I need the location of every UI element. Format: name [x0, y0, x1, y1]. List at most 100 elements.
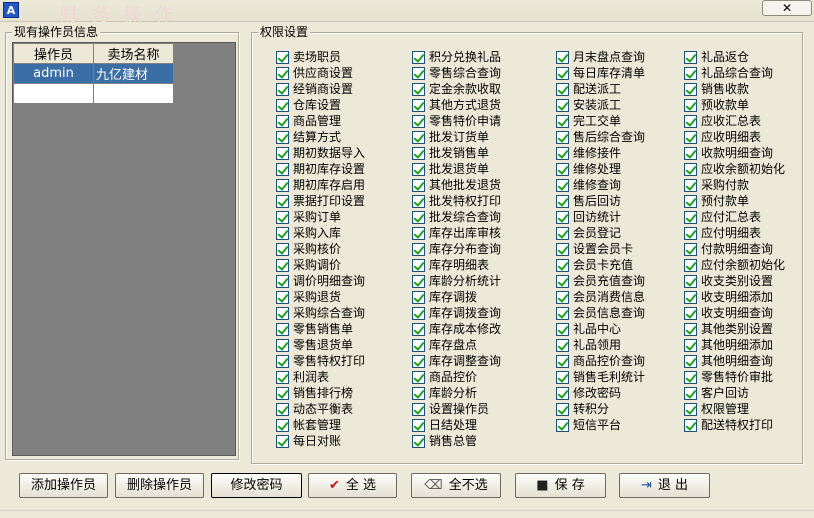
permission-checkbox[interactable] [556, 258, 569, 272]
permission-item[interactable]: 会员卡充值 [556, 257, 645, 273]
permission-item[interactable]: 库存明细表 [412, 257, 501, 273]
permission-checkbox[interactable] [684, 306, 697, 320]
permission-item[interactable]: 应收汇总表 [684, 113, 785, 129]
permission-checkbox[interactable] [684, 194, 697, 208]
permission-item[interactable]: 收支明细添加 [684, 289, 785, 305]
permission-checkbox[interactable] [276, 386, 289, 400]
permission-checkbox[interactable] [556, 226, 569, 240]
cell-store[interactable] [93, 83, 174, 104]
permission-checkbox[interactable] [412, 258, 425, 272]
permission-checkbox[interactable] [556, 130, 569, 144]
permission-item[interactable]: 积分兑换礼品 [412, 49, 501, 65]
add-operator-button[interactable]: 添加操作员 [19, 473, 108, 498]
permission-item[interactable]: 礼品综合查询 [684, 65, 785, 81]
cell-operator[interactable] [13, 83, 94, 104]
permission-item[interactable]: 期初库存启用 [276, 177, 365, 193]
permission-item[interactable]: 库存成本修改 [412, 321, 501, 337]
permission-item[interactable]: 其他方式退货 [412, 97, 501, 113]
permission-item[interactable]: 利润表 [276, 369, 365, 385]
permission-checkbox[interactable] [556, 210, 569, 224]
permission-checkbox[interactable] [412, 66, 425, 80]
permission-item[interactable]: 会员信息查询 [556, 305, 645, 321]
permission-checkbox[interactable] [412, 194, 425, 208]
permission-item[interactable]: 收支明细查询 [684, 305, 785, 321]
permission-item[interactable]: 采购付款 [684, 177, 785, 193]
permission-item[interactable]: 批发订货单 [412, 129, 501, 145]
permission-checkbox[interactable] [556, 386, 569, 400]
permission-item[interactable]: 收支类别设置 [684, 273, 785, 289]
permission-checkbox[interactable] [556, 274, 569, 288]
permission-checkbox[interactable] [684, 210, 697, 224]
permission-checkbox[interactable] [556, 98, 569, 112]
permission-item[interactable]: 每日库存清单 [556, 65, 645, 81]
permission-item[interactable]: 其他类别设置 [684, 321, 785, 337]
permission-item[interactable]: 批发综合查询 [412, 209, 501, 225]
permission-checkbox[interactable] [556, 114, 569, 128]
permission-checkbox[interactable] [276, 370, 289, 384]
permission-checkbox[interactable] [556, 50, 569, 64]
permission-item[interactable]: 礼品中心 [556, 321, 645, 337]
permission-checkbox[interactable] [276, 114, 289, 128]
permission-item[interactable]: 客户回访 [684, 385, 785, 401]
permission-checkbox[interactable] [276, 306, 289, 320]
permission-checkbox[interactable] [276, 322, 289, 336]
permission-checkbox[interactable] [412, 162, 425, 176]
permission-checkbox[interactable] [684, 386, 697, 400]
permission-checkbox[interactable] [276, 274, 289, 288]
permission-item[interactable]: 零售特价申请 [412, 113, 501, 129]
permission-item[interactable]: 零售销售单 [276, 321, 365, 337]
permission-checkbox[interactable] [684, 146, 697, 160]
permission-checkbox[interactable] [412, 434, 425, 448]
permission-checkbox[interactable] [556, 194, 569, 208]
permission-item[interactable]: 其他明细查询 [684, 353, 785, 369]
permission-item[interactable]: 商品控价 [412, 369, 501, 385]
permission-item[interactable]: 维修查询 [556, 177, 645, 193]
permission-item[interactable]: 设置会员卡 [556, 241, 645, 257]
permission-item[interactable]: 月末盘点查询 [556, 49, 645, 65]
permission-item[interactable]: 采购综合查询 [276, 305, 365, 321]
permission-checkbox[interactable] [556, 418, 569, 432]
permission-item[interactable]: 销售排行榜 [276, 385, 365, 401]
permission-checkbox[interactable] [556, 178, 569, 192]
permission-item[interactable]: 批发特权打印 [412, 193, 501, 209]
permission-checkbox[interactable] [556, 82, 569, 96]
permission-item[interactable]: 转积分 [556, 401, 645, 417]
permission-item[interactable]: 票据打印设置 [276, 193, 365, 209]
permission-item[interactable]: 完工交单 [556, 113, 645, 129]
permission-checkbox[interactable] [276, 50, 289, 64]
permission-item[interactable]: 其他批发退货 [412, 177, 501, 193]
permission-checkbox[interactable] [276, 146, 289, 160]
permission-item[interactable]: 采购核价 [276, 241, 365, 257]
permission-checkbox[interactable] [556, 242, 569, 256]
permission-checkbox[interactable] [412, 178, 425, 192]
permission-item[interactable]: 销售收款 [684, 81, 785, 97]
permission-checkbox[interactable] [412, 418, 425, 432]
permission-item[interactable]: 配送派工 [556, 81, 645, 97]
permission-item[interactable]: 供应商设置 [276, 65, 365, 81]
permission-checkbox[interactable] [276, 258, 289, 272]
permission-checkbox[interactable] [412, 226, 425, 240]
permission-checkbox[interactable] [684, 354, 697, 368]
permission-checkbox[interactable] [556, 402, 569, 416]
permission-item[interactable]: 礼品领用 [556, 337, 645, 353]
permission-item[interactable]: 库存调整查询 [412, 353, 501, 369]
permission-item[interactable]: 预付款单 [684, 193, 785, 209]
permission-item[interactable]: 短信平台 [556, 417, 645, 433]
permission-checkbox[interactable] [684, 162, 697, 176]
permission-item[interactable]: 应付明细表 [684, 225, 785, 241]
permission-checkbox[interactable] [556, 370, 569, 384]
permission-item[interactable]: 销售毛利统计 [556, 369, 645, 385]
permission-checkbox[interactable] [276, 98, 289, 112]
permission-checkbox[interactable] [556, 146, 569, 160]
permission-item[interactable]: 设置操作员 [412, 401, 501, 417]
permission-item[interactable]: 付款明细查询 [684, 241, 785, 257]
permission-item[interactable]: 维修接件 [556, 145, 645, 161]
permission-item[interactable]: 应收明细表 [684, 129, 785, 145]
permission-checkbox[interactable] [276, 82, 289, 96]
column-header-store[interactable]: 卖场名称 [93, 43, 174, 64]
permission-checkbox[interactable] [412, 114, 425, 128]
permission-checkbox[interactable] [556, 66, 569, 80]
cell-operator[interactable]: admin [13, 63, 94, 84]
permission-item[interactable]: 维修处理 [556, 161, 645, 177]
permission-item[interactable]: 调价明细查询 [276, 273, 365, 289]
